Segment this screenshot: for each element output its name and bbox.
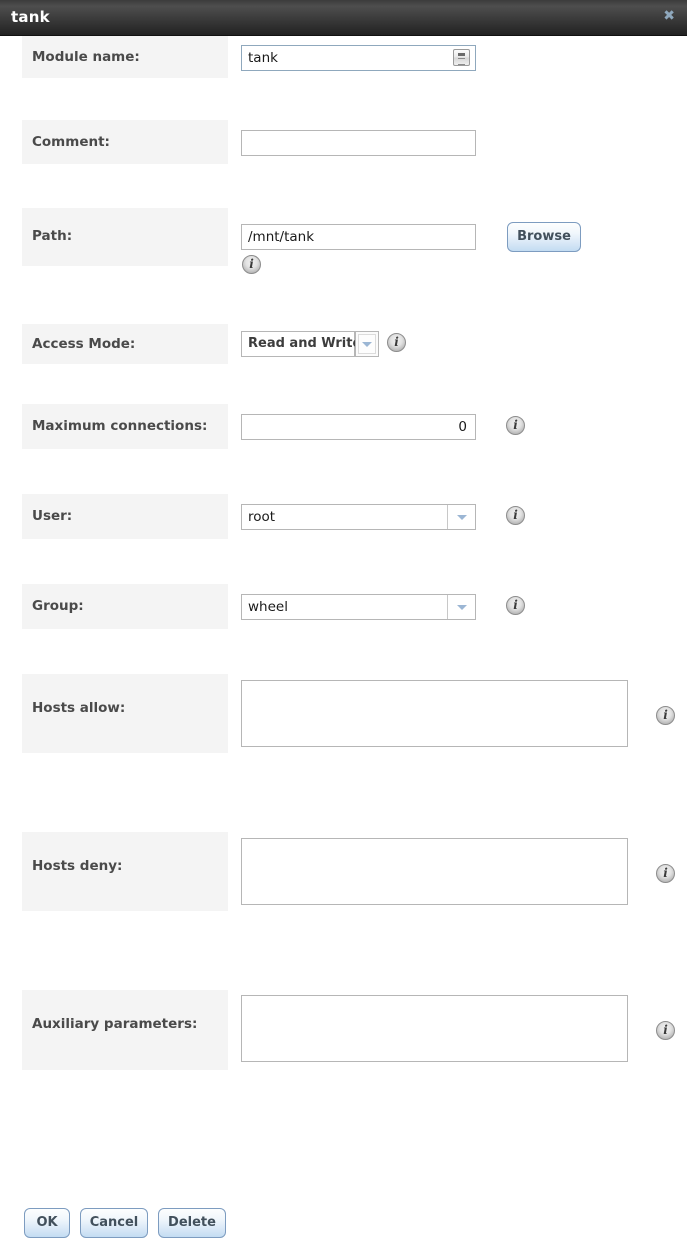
hosts-deny-info-icon[interactable]: i [656, 864, 675, 883]
label-cell-path: Path: [22, 208, 228, 266]
label-auxiliary-parameters: Auxiliary parameters: [32, 1016, 198, 1032]
comment-input[interactable] [241, 130, 476, 156]
form-row-comment: Comment: [0, 120, 687, 164]
label-comment: Comment: [32, 134, 110, 150]
form-row-access-mode: Access Mode: Read and Write i [0, 324, 687, 364]
group-combobox[interactable] [241, 594, 476, 620]
label-cell-access-mode: Access Mode: [22, 324, 228, 364]
form-row-user: User: i [0, 494, 687, 539]
label-hosts-allow: Hosts allow: [32, 700, 126, 716]
group-dropdown-arrow[interactable] [447, 595, 475, 619]
info-glyph: i [394, 335, 399, 349]
form-row-hosts-deny: Hosts deny: i [0, 832, 687, 911]
chevron-down-icon [456, 605, 467, 610]
browse-button[interactable]: Browse [507, 222, 581, 252]
group-info-icon[interactable]: i [506, 596, 525, 615]
info-glyph: i [663, 1023, 668, 1037]
close-icon[interactable]: ✖ [663, 9, 675, 23]
auxiliary-parameters-info-icon[interactable]: i [656, 1021, 675, 1040]
path-input[interactable] [241, 224, 476, 250]
label-user: User: [32, 508, 73, 524]
picker-icon[interactable] [453, 49, 470, 66]
maximum-connections-info-icon[interactable]: i [506, 416, 525, 435]
group-input[interactable] [241, 594, 476, 620]
access-mode-info-icon[interactable]: i [387, 333, 406, 352]
user-input[interactable] [241, 504, 476, 530]
form-actions: OK Cancel Delete [0, 1150, 687, 1238]
hosts-allow-textarea[interactable] [241, 680, 628, 747]
info-glyph: i [663, 866, 668, 880]
label-cell-comment: Comment: [22, 120, 228, 164]
access-mode-dropdown-arrow[interactable] [355, 331, 379, 357]
user-dropdown-arrow[interactable] [447, 505, 475, 529]
path-info-icon[interactable]: i [242, 255, 261, 274]
label-cell-group: Group: [22, 584, 228, 629]
field-zone-module-name [241, 45, 476, 71]
hosts-allow-info-icon[interactable]: i [656, 706, 675, 725]
info-glyph: i [249, 257, 254, 271]
label-path: Path: [32, 228, 73, 244]
chevron-down-icon [362, 342, 372, 347]
label-cell-hosts-allow: Hosts allow: [22, 674, 228, 753]
maximum-connections-input[interactable] [241, 414, 476, 440]
user-info-icon[interactable]: i [506, 506, 525, 525]
window-title: tank [11, 8, 50, 26]
chevron-down-icon [456, 515, 467, 520]
label-hosts-deny: Hosts deny: [32, 858, 123, 874]
hosts-deny-textarea[interactable] [241, 838, 628, 905]
form-row-module-name: Module name: [0, 36, 687, 78]
auxiliary-parameters-textarea[interactable] [241, 995, 628, 1062]
cancel-button[interactable]: Cancel [80, 1208, 148, 1238]
label-module-name: Module name: [32, 49, 140, 65]
info-glyph: i [513, 508, 518, 522]
form-row-path: Path: i Browse [0, 208, 687, 274]
info-glyph: i [513, 598, 518, 612]
label-cell-auxiliary-parameters: Auxiliary parameters: [22, 990, 228, 1070]
module-name-input[interactable] [241, 45, 476, 71]
form-row-maximum-connections: Maximum connections: i [0, 404, 687, 449]
label-group: Group: [32, 598, 84, 614]
access-mode-value[interactable]: Read and Write [241, 331, 361, 357]
ok-button[interactable]: OK [24, 1208, 70, 1238]
label-cell-module-name: Module name: [22, 36, 228, 78]
label-access-mode: Access Mode: [32, 336, 136, 352]
delete-button[interactable]: Delete [158, 1208, 226, 1238]
info-glyph: i [513, 418, 518, 432]
form-row-hosts-allow: Hosts allow: i [0, 674, 687, 753]
access-mode-select[interactable]: Read and Write [241, 331, 381, 357]
user-combobox[interactable] [241, 504, 476, 530]
label-maximum-connections: Maximum connections: [32, 418, 208, 434]
label-cell-maximum-connections: Maximum connections: [22, 404, 228, 449]
info-glyph: i [663, 708, 668, 722]
form-row-auxiliary-parameters: Auxiliary parameters: i [0, 990, 687, 1070]
window-titlebar: tank ✖ [0, 0, 687, 36]
field-zone-comment [241, 130, 476, 156]
module-form: Module name: Comment: Path: i Browse [0, 36, 687, 1238]
label-cell-user: User: [22, 494, 228, 539]
label-cell-hosts-deny: Hosts deny: [22, 832, 228, 911]
form-row-group: Group: i [0, 584, 687, 629]
